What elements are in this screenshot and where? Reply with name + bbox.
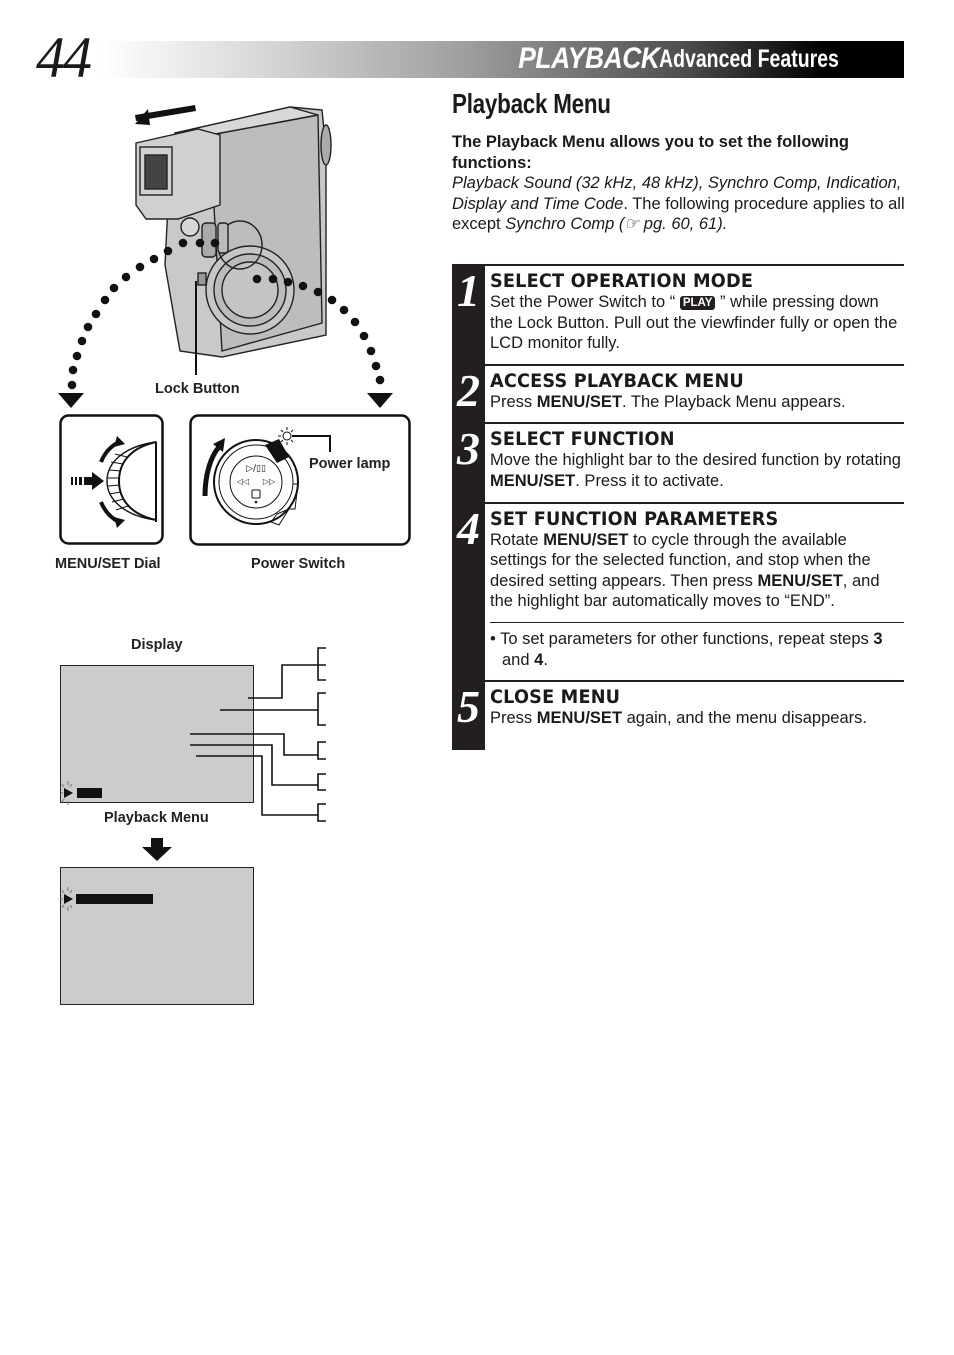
step-text: Move the highlight bar to the desired fu…	[490, 451, 901, 470]
intro-paragraph: The Playback Menu allows you to set the …	[452, 132, 907, 235]
step-text: again, and the menu disappears.	[622, 709, 867, 728]
note-step-ref: 3	[873, 629, 883, 648]
cursor-pointer-icon	[60, 887, 73, 911]
step-body: Move the highlight bar to the desired fu…	[490, 450, 904, 501]
power-lamp-label: Power lamp	[309, 456, 391, 472]
note-pre: • To set parameters for other functions,…	[490, 629, 874, 648]
power-switch-illustration: ▷/▯▯ ◁◁ ▷▷	[189, 414, 411, 546]
menu-set-term: MENU/SET	[536, 392, 623, 411]
step-body: Press MENU/SET again, and the menu disap…	[490, 708, 904, 739]
step-number: 1	[457, 265, 480, 316]
step-2: 2 ACCESS PLAYBACK MENU Press MENU/SET. T…	[452, 363, 904, 423]
arrow-down-right-icon	[367, 393, 393, 408]
menu-set-term: MENU/SET	[536, 709, 623, 728]
note-mid: and	[502, 650, 535, 669]
menu-set-term: MENU/SET	[490, 471, 576, 490]
step-text: Press	[490, 709, 537, 728]
menu-set-term: MENU/SET	[757, 571, 843, 590]
step-body: Rotate MENU/SET to cycle through the ava…	[490, 530, 904, 622]
step-number: 3	[457, 423, 480, 475]
step-number: 4	[457, 502, 480, 554]
fast-forward-icon: ▷▷	[263, 477, 276, 486]
header-title: PLAYBACK Advanced Features	[499, 40, 890, 78]
step-text: . Press it to activate.	[575, 471, 724, 490]
step-1: 1 SELECT OPERATION MODE Set the Power Sw…	[452, 264, 904, 364]
step-number: 5	[457, 681, 480, 733]
section-title: Playback Menu	[452, 88, 611, 119]
step-title: SET FUNCTION PARAMETERS	[490, 507, 779, 530]
note-text: • To set parameters for other functions,…	[490, 629, 904, 670]
step-text: Set the Power Switch to “	[490, 293, 680, 311]
step-title: ACCESS PLAYBACK MENU	[490, 369, 744, 392]
playback-menu-label: Playback Menu	[104, 810, 209, 826]
menu-set-dial-illustration	[59, 414, 164, 545]
header-title-sub: Advanced Features	[659, 44, 840, 73]
step-4: 4 SET FUNCTION PARAMETERS Rotate MENU/SE…	[452, 501, 904, 681]
step-number: 2	[457, 364, 480, 416]
page-number: 44	[36, 25, 92, 90]
play-pause-icon: ▷/▯▯	[246, 464, 266, 474]
intro-functions-text: Playback Sound (32 kHz, 48 kHz), Synchro…	[452, 173, 907, 235]
step-text: Press	[490, 392, 537, 411]
step-title: SELECT OPERATION MODE	[490, 270, 754, 292]
camcorder-illustration	[58, 105, 393, 408]
steps-list: 1 SELECT OPERATION MODE Set the Power Sw…	[452, 264, 904, 750]
note-step-ref: 4	[534, 650, 544, 669]
step-5: 5 CLOSE MENU Press MENU/SET again, and t…	[452, 680, 904, 739]
step-title: SELECT FUNCTION	[490, 428, 675, 451]
play-mode-badge: PLAY	[679, 296, 716, 310]
menu-set-term: MENU/SET	[543, 530, 629, 549]
intro-lead: The Playback Menu allows you to set the …	[452, 133, 849, 172]
highlight-bar	[77, 788, 102, 798]
step-note: • To set parameters for other functions,…	[490, 621, 904, 680]
pull-direction-arrow-icon	[135, 105, 196, 125]
page-reference-link[interactable]: (☞ pg. 60, 61).	[614, 215, 727, 233]
step-title: CLOSE MENU	[490, 686, 621, 709]
arrow-down-left-icon	[58, 393, 84, 408]
lock-button-label: Lock Button	[155, 381, 240, 397]
step-text: Rotate	[490, 530, 544, 549]
menu-callout-lines	[61, 647, 326, 822]
rewind-icon: ◁◁	[236, 477, 249, 486]
step-3: 3 SELECT FUNCTION Move the highlight bar…	[452, 422, 904, 501]
menu-set-dial-label: MENU/SET Dial	[55, 556, 161, 572]
camcorder-body	[135, 106, 332, 358]
arrow-down-icon	[142, 838, 172, 861]
highlight-bar	[76, 894, 153, 904]
cursor-pointer-icon	[61, 781, 73, 805]
step-body: Set the Power Switch to “ PLAY ” while p…	[490, 292, 904, 364]
step-text: . The Playback Menu appears.	[622, 392, 846, 411]
selected-function-bar	[60, 887, 153, 911]
step-body: Press MENU/SET. The Playback Menu appear…	[490, 392, 904, 423]
intro-except: Synchro Comp	[505, 215, 615, 233]
header-title-main: PLAYBACK	[518, 42, 660, 75]
power-switch-label: Power Switch	[251, 556, 346, 572]
note-end: .	[543, 650, 548, 669]
